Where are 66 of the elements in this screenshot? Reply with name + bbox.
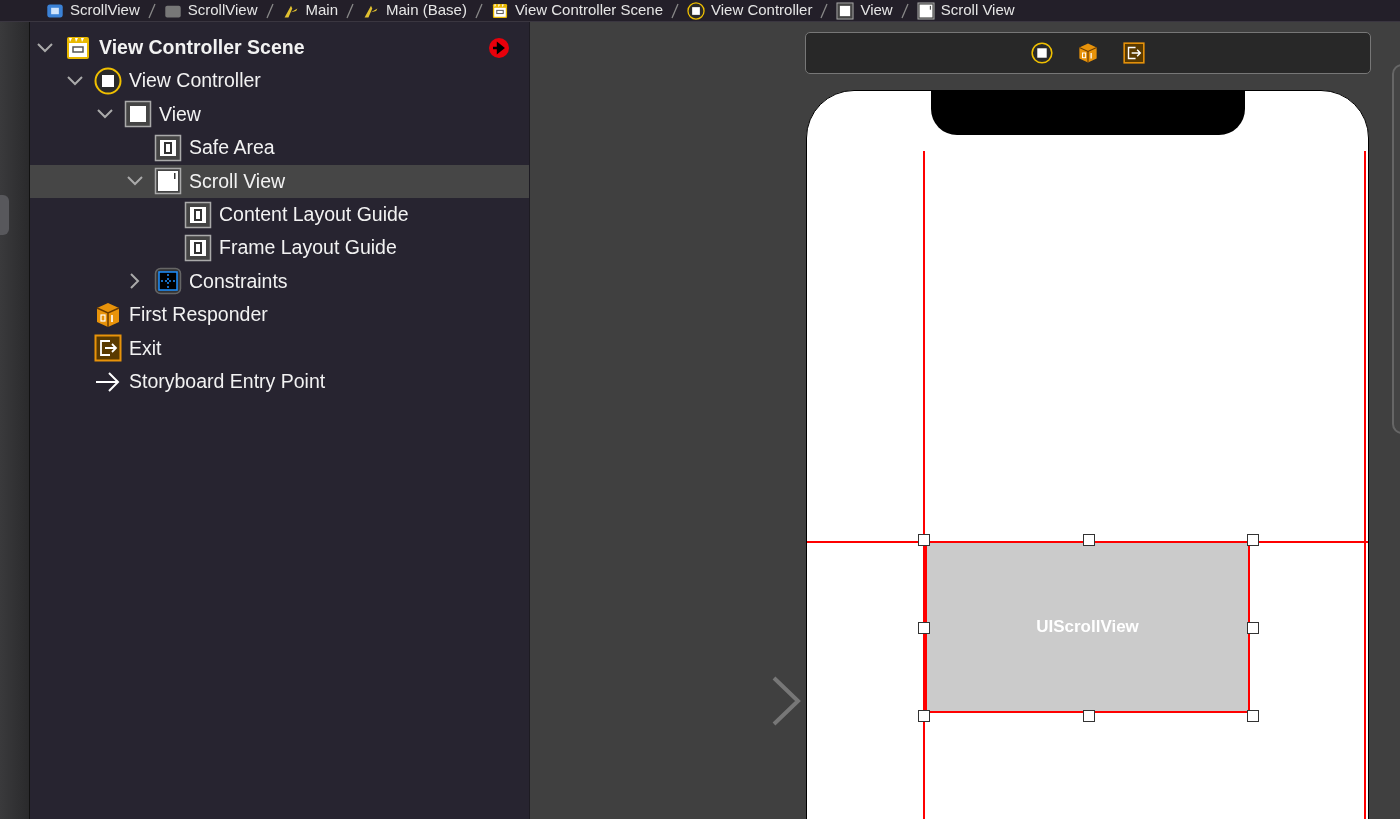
view-icon (836, 1, 855, 20)
outline-label: Storyboard Entry Point (129, 368, 326, 394)
separator-icon (147, 2, 156, 19)
resize-handle[interactable] (918, 710, 930, 722)
outline-label: Frame Layout Guide (219, 235, 397, 261)
disclosure-chevron-icon[interactable] (67, 76, 83, 87)
resize-handle[interactable] (1082, 710, 1095, 722)
view-icon (124, 100, 152, 129)
scroll-view-icon (916, 1, 935, 20)
resize-handle[interactable] (918, 534, 930, 546)
separator-icon (346, 2, 354, 19)
breadcrumb-item[interactable]: ScrollView (187, 0, 258, 21)
outline-label: Exit (129, 335, 162, 361)
cube-icon (94, 300, 122, 329)
breadcrumb-item[interactable]: Main (305, 0, 338, 21)
breadcrumb-item[interactable]: View Controller (711, 0, 813, 21)
outline-row[interactable]: Content Layout Guide (30, 197, 529, 232)
outline-row[interactable]: Frame Layout Guide (30, 231, 529, 265)
outline-label: View (159, 101, 201, 127)
outline-row[interactable]: Scroll View (30, 164, 529, 198)
separator-icon (671, 2, 679, 19)
issue-indicator-icon[interactable] (489, 37, 509, 58)
disclosure-chevron-icon[interactable] (97, 109, 113, 120)
separator-icon (265, 2, 274, 19)
resize-handle[interactable] (1247, 622, 1259, 634)
view-controller-icon (94, 67, 122, 96)
resize-handle[interactable] (1247, 534, 1259, 546)
breadcrumb-item[interactable]: ScrollView (70, 0, 140, 21)
breadcrumb-item[interactable]: Main (Base) (386, 0, 467, 21)
separator-icon (900, 2, 909, 19)
outline-row[interactable]: View Controller (30, 64, 529, 98)
outline-label: Safe Area (189, 135, 275, 161)
outline-row[interactable]: First Responder (30, 298, 529, 332)
disclosure-chevron-icon[interactable] (130, 273, 140, 290)
scene-icon (490, 1, 509, 20)
outline-row[interactable]: Exit (30, 331, 529, 365)
outline-row[interactable]: View Controller Scene (30, 31, 529, 65)
outline-row[interactable]: Constraints (30, 264, 529, 299)
exit-icon[interactable] (1123, 42, 1145, 64)
breadcrumb-item[interactable]: Scroll View (940, 0, 1015, 21)
cube-icon[interactable] (1077, 42, 1099, 64)
separator-icon (474, 2, 483, 19)
resize-handle[interactable] (918, 622, 930, 634)
resize-handle[interactable] (1247, 710, 1259, 722)
outline-row[interactable]: Safe Area (30, 131, 529, 165)
outline-label: Scroll View (189, 168, 286, 194)
layout-guide-icon (184, 200, 212, 229)
outline-label: First Responder (129, 302, 268, 328)
view-controller-icon[interactable] (1031, 42, 1053, 64)
layout-guide-icon (184, 234, 212, 263)
separator-icon (820, 2, 829, 19)
outline-row[interactable]: View (30, 97, 529, 132)
breadcrumb-item[interactable]: View Controller Scene (514, 0, 663, 21)
breadcrumb-item[interactable]: View (860, 0, 893, 21)
outline-label: View Controller (129, 68, 261, 94)
disclosure-chevron-icon[interactable] (37, 42, 53, 53)
layout-guide-icon (154, 133, 182, 162)
outline-label: View Controller Scene (99, 35, 305, 61)
disclosure-chevron-icon[interactable] (127, 176, 143, 187)
outline-row[interactable]: Storyboard Entry Point (30, 364, 529, 399)
outline-label: Constraints (189, 268, 288, 294)
scroll-view-icon (154, 167, 182, 196)
exit-icon (94, 334, 122, 363)
outline-label: Content Layout Guide (219, 202, 409, 227)
resize-handle[interactable] (1082, 534, 1095, 546)
constraints-icon (154, 267, 182, 296)
